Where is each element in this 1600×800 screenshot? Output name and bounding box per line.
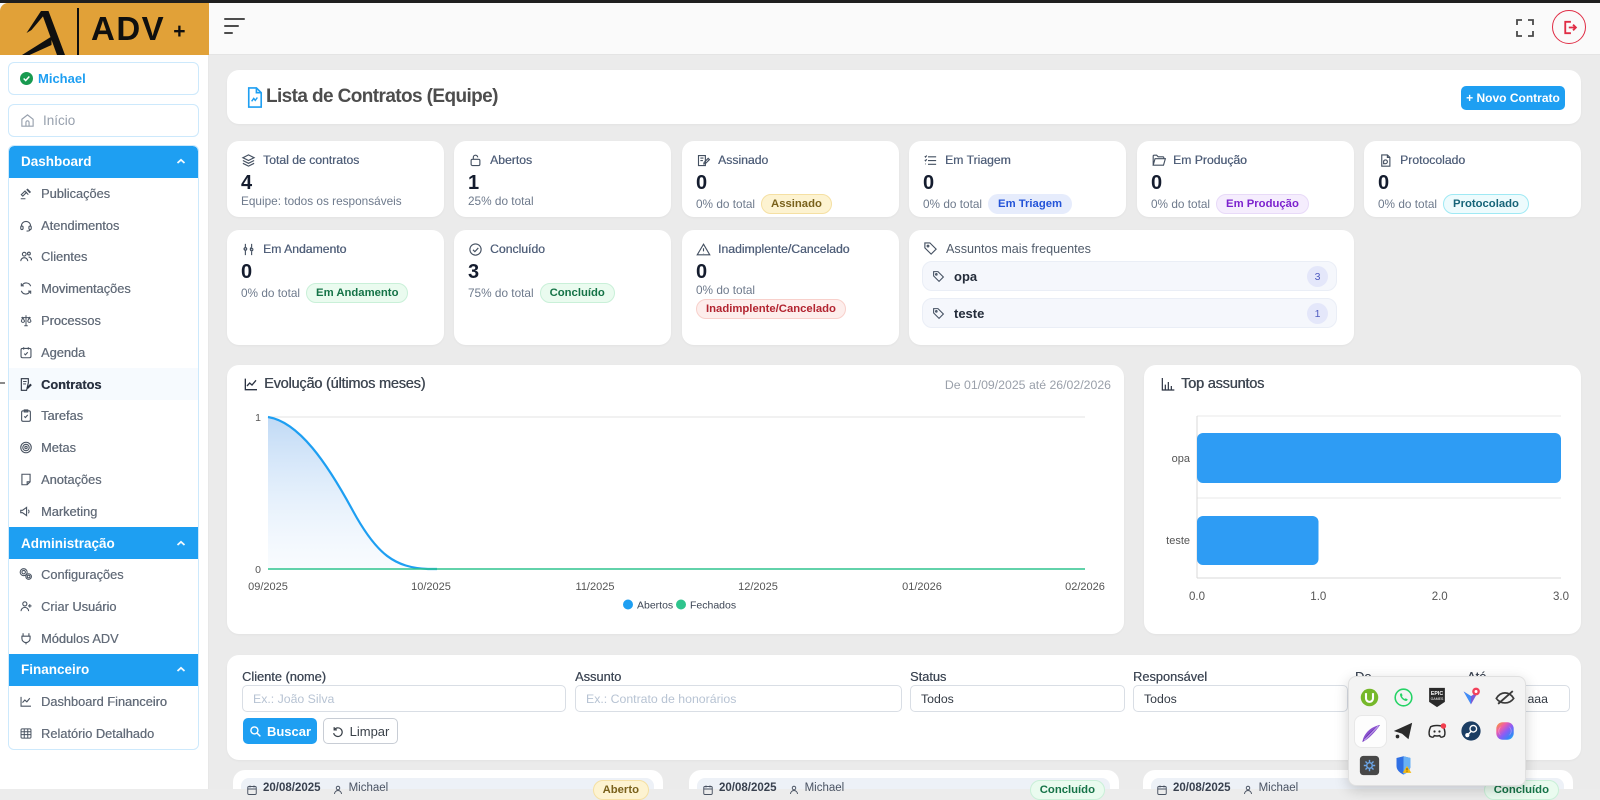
svg-text:teste: teste xyxy=(1166,535,1190,547)
svg-text:Abertos: Abertos xyxy=(637,600,673,612)
svg-text:0: 0 xyxy=(255,564,261,576)
svg-text:10/2025: 10/2025 xyxy=(411,581,451,593)
svg-text:02/2026: 02/2026 xyxy=(1065,581,1105,593)
svg-text:opa: opa xyxy=(1172,453,1191,465)
svg-text:GAMES: GAMES xyxy=(1431,697,1444,701)
svg-text:2.0: 2.0 xyxy=(1432,591,1448,603)
svg-text:3.0: 3.0 xyxy=(1553,591,1569,603)
svg-text:1: 1 xyxy=(255,412,261,424)
svg-text:12/2025: 12/2025 xyxy=(738,581,778,593)
svg-text:09/2025: 09/2025 xyxy=(248,581,288,593)
svg-text:EPIC: EPIC xyxy=(1431,690,1443,696)
svg-text:11/2025: 11/2025 xyxy=(576,581,615,593)
svg-text:Fechados: Fechados xyxy=(690,600,736,612)
svg-text:1.0: 1.0 xyxy=(1310,591,1326,603)
svg-text:0.0: 0.0 xyxy=(1189,591,1205,603)
svg-text:01/2026: 01/2026 xyxy=(902,581,942,593)
